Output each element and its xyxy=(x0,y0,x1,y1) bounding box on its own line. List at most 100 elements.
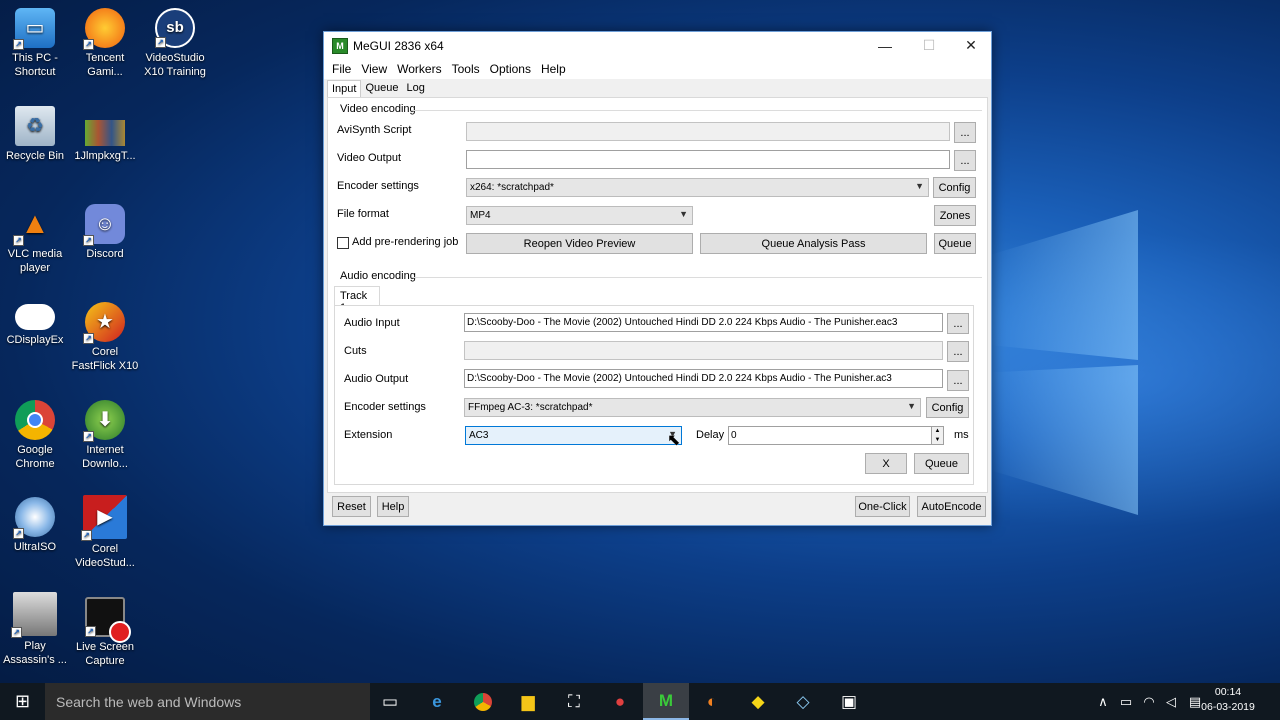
menu-options[interactable]: Options xyxy=(485,62,536,76)
group-divider xyxy=(412,277,982,278)
file-format-value: MP4 xyxy=(470,210,491,221)
edge-icon[interactable]: e xyxy=(414,683,460,720)
file-explorer-icon[interactable]: ▆ xyxy=(505,683,551,720)
cuts-input[interactable] xyxy=(464,341,943,360)
video-encoder-value: x264: *scratchpad* xyxy=(470,182,554,193)
minimize-button[interactable]: — xyxy=(863,32,907,59)
obs-icon[interactable]: ● xyxy=(597,683,643,720)
desktop-icon-label: This PC - Shortcut xyxy=(12,52,58,78)
taskbar-clock[interactable]: 00:14 06-03-2019 xyxy=(1200,685,1256,715)
ultraiso-icon: ↗ xyxy=(13,497,55,539)
desktop-icon-discord[interactable]: ☺ ↗ Discord xyxy=(70,204,140,261)
desktop-icon-image-file[interactable]: 1JlmpkxgТ... xyxy=(70,120,140,163)
menu-tools[interactable]: Tools xyxy=(447,62,485,76)
video-output-input[interactable] xyxy=(466,150,950,169)
megui-taskbar-icon[interactable]: M xyxy=(643,683,689,720)
one-click-button[interactable]: One-Click xyxy=(855,496,910,517)
video-output-browse-button[interactable]: ... xyxy=(954,150,976,171)
tab-input[interactable]: Input xyxy=(327,80,362,98)
delay-input[interactable]: 0 xyxy=(728,426,932,445)
delay-spinner[interactable]: ▲ ▼ xyxy=(931,426,944,445)
discord-icon-glyph: ☺ xyxy=(94,213,116,235)
desktop-icon-corel-videostudio[interactable]: ▶ ↗ Corel VideoStud... xyxy=(70,495,140,570)
cuts-browse-button[interactable]: ... xyxy=(947,341,969,362)
desktop-icon-idm[interactable]: ⬇ ↗ Internet Downlo... xyxy=(70,400,140,471)
tab-queue[interactable]: Queue xyxy=(361,80,402,98)
video-config-button[interactable]: Config xyxy=(933,177,976,198)
video-queue-button[interactable]: Queue xyxy=(934,233,976,254)
autoencode-button[interactable]: AutoEncode xyxy=(917,496,986,517)
extension-select[interactable]: AC3 ▼ xyxy=(465,426,682,445)
audio-input-label: Audio Input xyxy=(344,317,400,329)
chrome-icon xyxy=(15,400,55,440)
desktop-icon-label: Live Screen Capture xyxy=(75,641,135,667)
menu-file[interactable]: File xyxy=(327,62,356,76)
avisynth-browse-button[interactable]: ... xyxy=(954,122,976,143)
battery-icon[interactable]: ▭ xyxy=(1114,694,1138,710)
audio-config-button[interactable]: Config xyxy=(926,397,969,418)
audio-output-browse-button[interactable]: ... xyxy=(947,370,969,391)
desktop-icon-videostudio-training[interactable]: sb ↗ VideoStudio X10 Training xyxy=(140,8,210,79)
chevron-down-icon: ▼ xyxy=(679,209,688,219)
menu-workers[interactable]: Workers xyxy=(392,62,446,76)
start-button[interactable]: ⊞ xyxy=(0,683,45,720)
audio-encoder-select[interactable]: FFmpeg AC-3: *scratchpad* ▼ xyxy=(464,398,921,417)
avisynth-script-input[interactable] xyxy=(466,122,950,141)
videostudio-icon: sb ↗ xyxy=(155,8,195,48)
menu-view[interactable]: View xyxy=(356,62,392,76)
audio-input-field[interactable]: D:\Scooby-Doo - The Movie (2002) Untouch… xyxy=(464,313,943,332)
desktop-icon-recycle-bin[interactable]: ♻ Recycle Bin xyxy=(0,106,70,163)
delay-label: Delay xyxy=(696,429,725,441)
close-button[interactable]: ✕ xyxy=(949,32,993,59)
zones-button[interactable]: Zones xyxy=(934,205,976,226)
audio-output-field[interactable]: D:\Scooby-Doo - The Movie (2002) Untouch… xyxy=(464,369,943,388)
desktop-icon-label: Play Assassin's ... xyxy=(3,640,67,666)
tab-log[interactable]: Log xyxy=(403,80,429,98)
store-icon[interactable]: ⛶ xyxy=(551,683,597,720)
reset-button[interactable]: Reset xyxy=(332,496,371,517)
title-bar[interactable]: M MeGUI 2836 x64 — ☐ ✕ xyxy=(324,32,991,59)
tencent-taskbar-icon[interactable]: ◐ xyxy=(689,683,735,720)
video-output-label: Video Output xyxy=(337,152,402,164)
mouse-cursor-icon: ⬉ xyxy=(667,432,681,449)
desktop-icon-live-screen-capture[interactable]: ↗ Live Screen Capture xyxy=(70,597,140,668)
chrome-taskbar-icon[interactable] xyxy=(460,683,506,720)
queue-analysis-pass-button[interactable]: Queue Analysis Pass xyxy=(700,233,927,254)
assassins-creed-icon: ↗ xyxy=(11,592,57,638)
chevron-up-icon[interactable]: ∧ xyxy=(1092,694,1114,710)
desktop-icon-tencent[interactable]: ↗ Tencent Gami... xyxy=(70,8,140,79)
desktop-icon-assassins-creed[interactable]: ↗ Play Assassin's ... xyxy=(0,592,70,667)
desktop-icon-vlc[interactable]: ▲ ↗ VLC media player xyxy=(0,204,70,275)
pre-rendering-checkbox[interactable] xyxy=(337,237,349,249)
audio-encoder-settings-label: Encoder settings xyxy=(344,401,426,413)
cuts-label: Cuts xyxy=(344,345,367,357)
volume-icon[interactable]: ◁ xyxy=(1160,694,1182,710)
desktop-icon-label: Tencent Gami... xyxy=(85,52,125,78)
video-encoder-select[interactable]: x264: *scratchpad* ▼ xyxy=(466,178,929,197)
desktop-icon-this-pc[interactable]: ▭ ↗ This PC - Shortcut xyxy=(0,8,70,79)
desktop-icon-cdisplayex[interactable]: CDisplayEx xyxy=(0,304,70,347)
wifi-icon[interactable]: ◠ xyxy=(1138,694,1160,710)
tab-track-1[interactable]: Track 1 xyxy=(334,286,380,314)
desktop-icon-corel-fastflick[interactable]: ★ ↗ Corel FastFlick X10 xyxy=(70,302,140,373)
maximize-button[interactable]: ☐ xyxy=(907,32,951,59)
image-file-icon xyxy=(85,120,125,146)
remove-track-button[interactable]: X xyxy=(865,453,907,474)
file-format-select[interactable]: MP4 ▼ xyxy=(466,206,693,225)
menu-help[interactable]: Help xyxy=(536,62,571,76)
audio-queue-button[interactable]: Queue xyxy=(914,453,969,474)
desktop-icon-ultraiso[interactable]: ↗ UltraISO xyxy=(0,497,70,554)
help-button[interactable]: Help xyxy=(377,496,409,517)
screen-capture-taskbar-icon[interactable]: ▣ xyxy=(826,683,872,720)
audio-input-browse-button[interactable]: ... xyxy=(947,313,969,334)
folder-icon[interactable]: ◆ xyxy=(735,683,781,720)
reopen-video-preview-button[interactable]: Reopen Video Preview xyxy=(466,233,693,254)
notepad-icon[interactable]: ◇ xyxy=(780,683,826,720)
task-view-icon[interactable]: ▭ xyxy=(367,683,413,720)
windows-logo-icon: ⊞ xyxy=(14,691,31,711)
desktop-icon-label: Recycle Bin xyxy=(5,150,65,162)
taskbar-search-box[interactable]: Search the web and Windows xyxy=(45,683,370,720)
pre-rendering-label: Add pre-rendering job xyxy=(352,236,459,248)
desktop-icon-chrome[interactable]: Google Chrome xyxy=(0,400,70,471)
cdisplayex-icon xyxy=(15,304,55,330)
